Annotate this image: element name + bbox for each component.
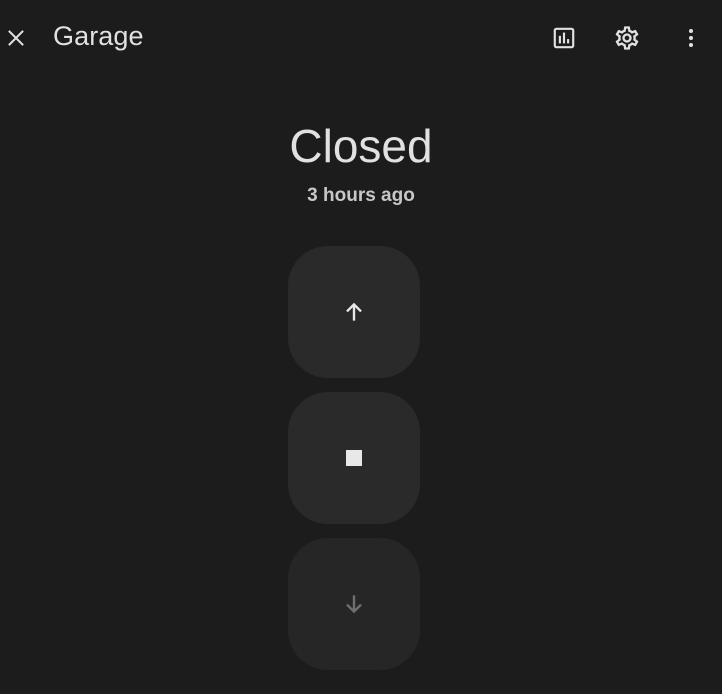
settings-button[interactable]: [607, 18, 647, 58]
dots-vertical-icon: [679, 26, 703, 50]
entity-state: Closed: [289, 120, 433, 172]
chart-box-icon: [551, 25, 577, 51]
page-title: Garage: [53, 21, 144, 51]
close-icon: [5, 27, 27, 49]
stop-cover-button[interactable]: [288, 392, 420, 524]
dialog-header: Garage: [0, 0, 722, 74]
arrow-up-icon: [341, 299, 367, 325]
gear-icon: [613, 24, 641, 52]
arrow-down-icon: [341, 591, 367, 617]
close-button[interactable]: [0, 18, 36, 58]
last-changed-label: 3 hours ago: [307, 185, 415, 206]
open-cover-button[interactable]: [288, 246, 420, 378]
more-info-dialog: Garage Closed 3 hours ago: [0, 0, 722, 694]
stop-icon: [344, 448, 364, 468]
more-options-button[interactable]: [671, 18, 711, 58]
history-button[interactable]: [544, 18, 584, 58]
close-cover-button: [288, 538, 420, 670]
